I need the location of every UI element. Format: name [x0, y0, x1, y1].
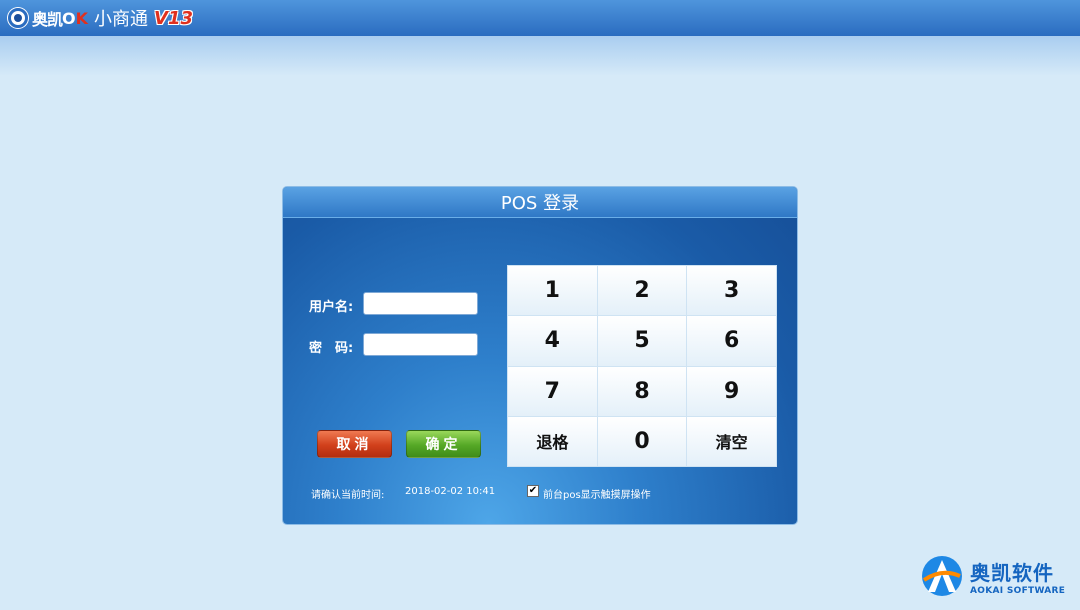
key-backspace[interactable]: 退格: [508, 416, 597, 466]
key-clear[interactable]: 清空: [687, 416, 776, 466]
time-value: 2018-02-02 10:41: [405, 486, 496, 497]
key-2[interactable]: 2: [597, 266, 687, 316]
key-1[interactable]: 1: [508, 266, 597, 316]
password-label: 密 码:: [309, 341, 354, 356]
touch-screen-checkbox[interactable]: ✔: [527, 485, 539, 497]
app-name: 小商通: [94, 9, 149, 30]
cancel-button[interactable]: 取消: [317, 430, 392, 458]
confirm-button[interactable]: 确定: [406, 430, 481, 458]
key-3[interactable]: 3: [687, 266, 776, 316]
key-6[interactable]: 6: [687, 316, 776, 366]
login-panel-header: POS 登录: [283, 187, 797, 218]
company-name-en: AOKAI SOFTWARE: [970, 585, 1066, 596]
brand-name: 奥凯: [32, 10, 63, 29]
title-bar: 奥凯 OK 小商通 V13: [0, 0, 1080, 36]
password-input[interactable]: [363, 333, 478, 356]
time-label: 请确认当前时间:: [311, 490, 385, 501]
title-bar-glow: [0, 36, 1080, 76]
key-5[interactable]: 5: [597, 316, 687, 366]
touch-screen-label[interactable]: 前台pos显示触摸屏操作: [543, 486, 651, 501]
brand-ok: OK: [62, 9, 88, 28]
username-label: 用户名:: [309, 300, 354, 315]
login-panel: POS 登录 用户名: 密 码: 取消 确定 请确认当前时间: 2018-02-…: [283, 187, 797, 524]
company-text: 奥凯软件 AOKAI SOFTWARE: [970, 557, 1065, 596]
brand-ok-k: K: [75, 8, 89, 28]
key-8[interactable]: 8: [597, 366, 687, 416]
brand-ok-o: O: [62, 8, 76, 28]
login-title: POS 登录: [500, 193, 580, 214]
key-9[interactable]: 9: [687, 366, 776, 416]
key-0[interactable]: 0: [597, 416, 687, 466]
numeric-keypad: 1 2 3 4 5 6 7 8 9 退格 0 清空: [507, 265, 777, 467]
aokai-logo-dot: [14, 14, 22, 22]
app-version: V13: [154, 7, 194, 29]
aokai-logo-icon: [8, 8, 28, 28]
aokai-software-logo-icon: [922, 556, 962, 596]
company-name: 奥凯软件: [970, 560, 1054, 585]
key-4[interactable]: 4: [508, 316, 597, 366]
username-input[interactable]: [363, 292, 478, 315]
company-logo: 奥凯软件 AOKAI SOFTWARE: [920, 553, 1070, 599]
key-7[interactable]: 7: [508, 366, 597, 416]
